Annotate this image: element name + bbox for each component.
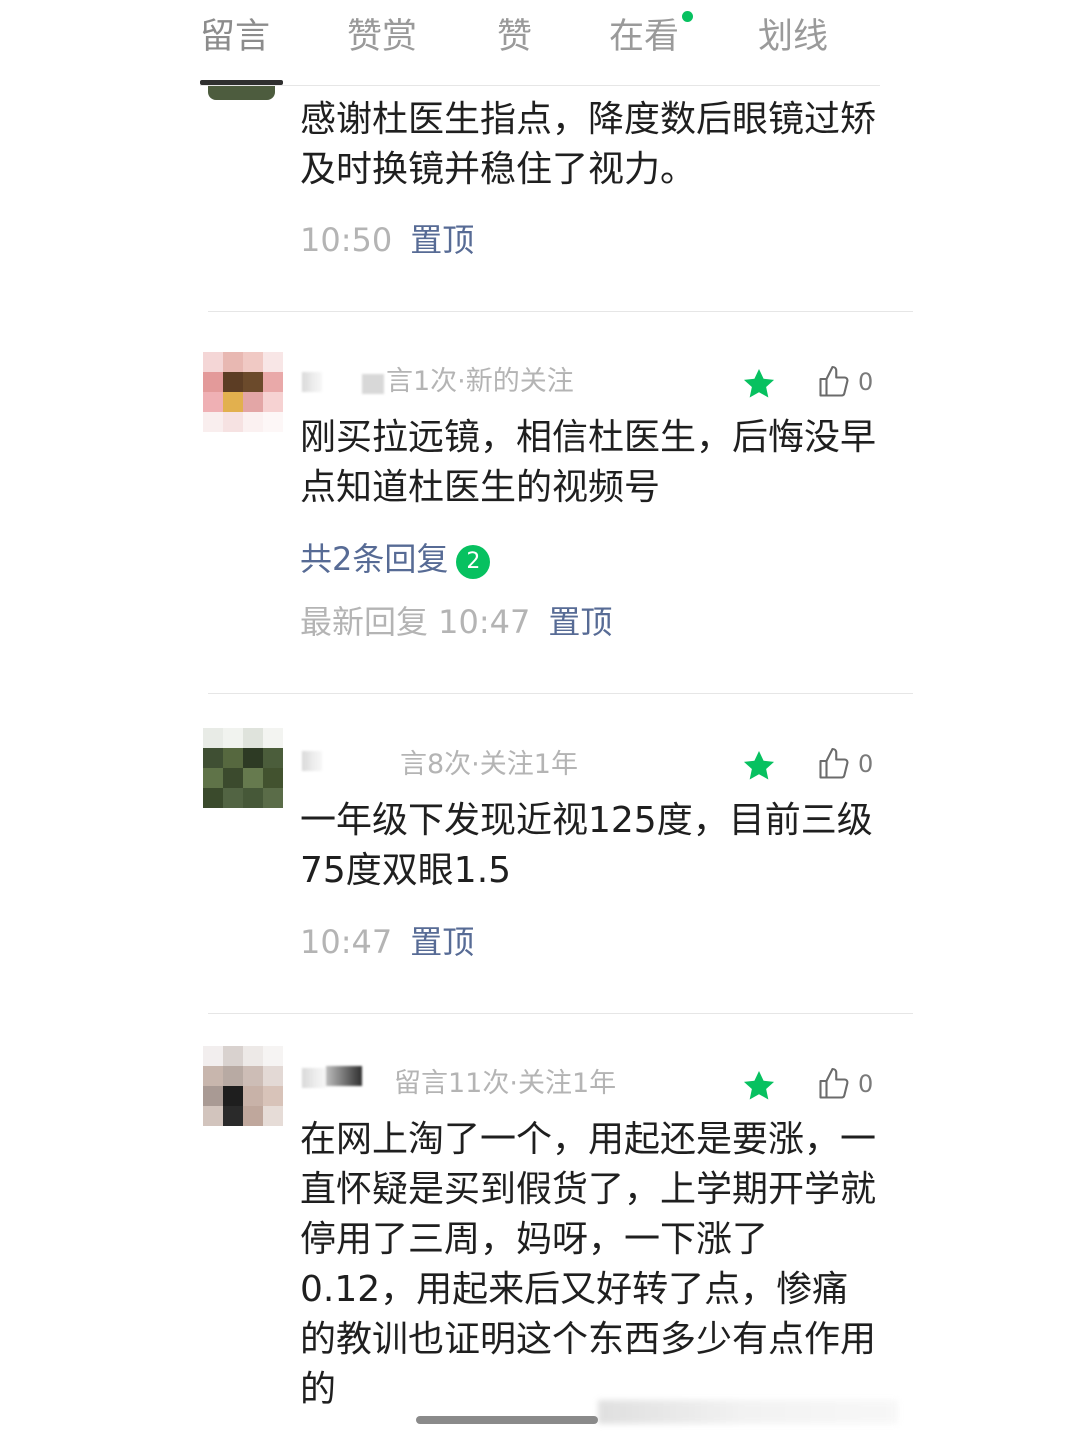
pin-button[interactable]: 置顶 (548, 603, 612, 641)
comment-footer: 10:50 置顶 (300, 220, 474, 260)
nickname-blurred (302, 372, 322, 392)
replies-link[interactable]: 共2条回复 2 (300, 538, 491, 580)
tab-highlights[interactable]: 划线 (758, 14, 828, 60)
comment-content: 感谢杜医生指点，降度数后眼镜过矫及时换镜并稳住了视力。 (300, 99, 877, 190)
comment-meta: 留言11次·关注1年 (394, 1068, 617, 1099)
comment-time: 10:47 (300, 923, 393, 961)
comment-time: 最新回复 10:47 (300, 603, 531, 641)
comment-tabs: 留言 赞赏 赞 在看 划线 (0, 0, 1080, 86)
comment-divider (208, 311, 913, 312)
nickname-blurred (302, 1068, 326, 1088)
tab-rewards[interactable]: 赞赏 (347, 14, 417, 60)
tab-divider (200, 85, 880, 86)
thumbs-up-icon[interactable] (816, 1066, 852, 1102)
replies-label: 共2条回复 (300, 540, 449, 578)
comment-divider (208, 693, 913, 694)
tab-wow[interactable]: 在看 (609, 14, 679, 60)
avatar[interactable] (203, 1046, 283, 1126)
tab-likes[interactable]: 赞 (497, 14, 532, 60)
like-count: 0 (858, 1070, 874, 1098)
thumbs-up-icon[interactable] (816, 364, 852, 400)
avatar[interactable] (208, 86, 275, 100)
replies-badge: 2 (456, 545, 491, 579)
nickname-blurred (302, 751, 322, 771)
new-indicator-dot (682, 11, 693, 22)
star-icon[interactable] (740, 1067, 778, 1105)
thumbs-up-icon[interactable] (816, 746, 852, 782)
comment-content: 刚买拉远镜，相信杜医生，后悔没早点知道杜医生的视频号 (300, 417, 877, 508)
comment-content: 一年级下发现近视125度，目前三级75度双眼1.5 (300, 800, 873, 891)
like-count: 0 (858, 368, 874, 396)
comment-divider (208, 1013, 913, 1014)
nickname-blurred (326, 1066, 362, 1086)
tab-comments[interactable]: 留言 (200, 14, 270, 60)
avatar[interactable] (203, 352, 283, 432)
avatar[interactable] (203, 728, 283, 808)
pin-button[interactable]: 置顶 (410, 923, 474, 961)
blurred-overlay (598, 1400, 898, 1424)
comment-time: 10:50 (300, 221, 393, 259)
like-count: 0 (858, 750, 874, 778)
star-icon[interactable] (740, 747, 778, 785)
star-icon[interactable] (740, 365, 778, 403)
nickname-blurred (362, 374, 384, 394)
comment-meta: 言8次·关注1年 (400, 749, 578, 780)
comment-footer: 10:47 置顶 (300, 922, 474, 962)
comment-content: 在网上淘了一个，用起还是要涨，一直怀疑是买到假货了，上学期开学就停用了三周，妈呀… (300, 1119, 877, 1410)
scroll-indicator[interactable] (416, 1416, 598, 1424)
comment-footer: 最新回复 10:47 置顶 (300, 602, 612, 642)
pin-button[interactable]: 置顶 (410, 221, 474, 259)
comment-meta: 言1次·新的关注 (386, 366, 574, 397)
